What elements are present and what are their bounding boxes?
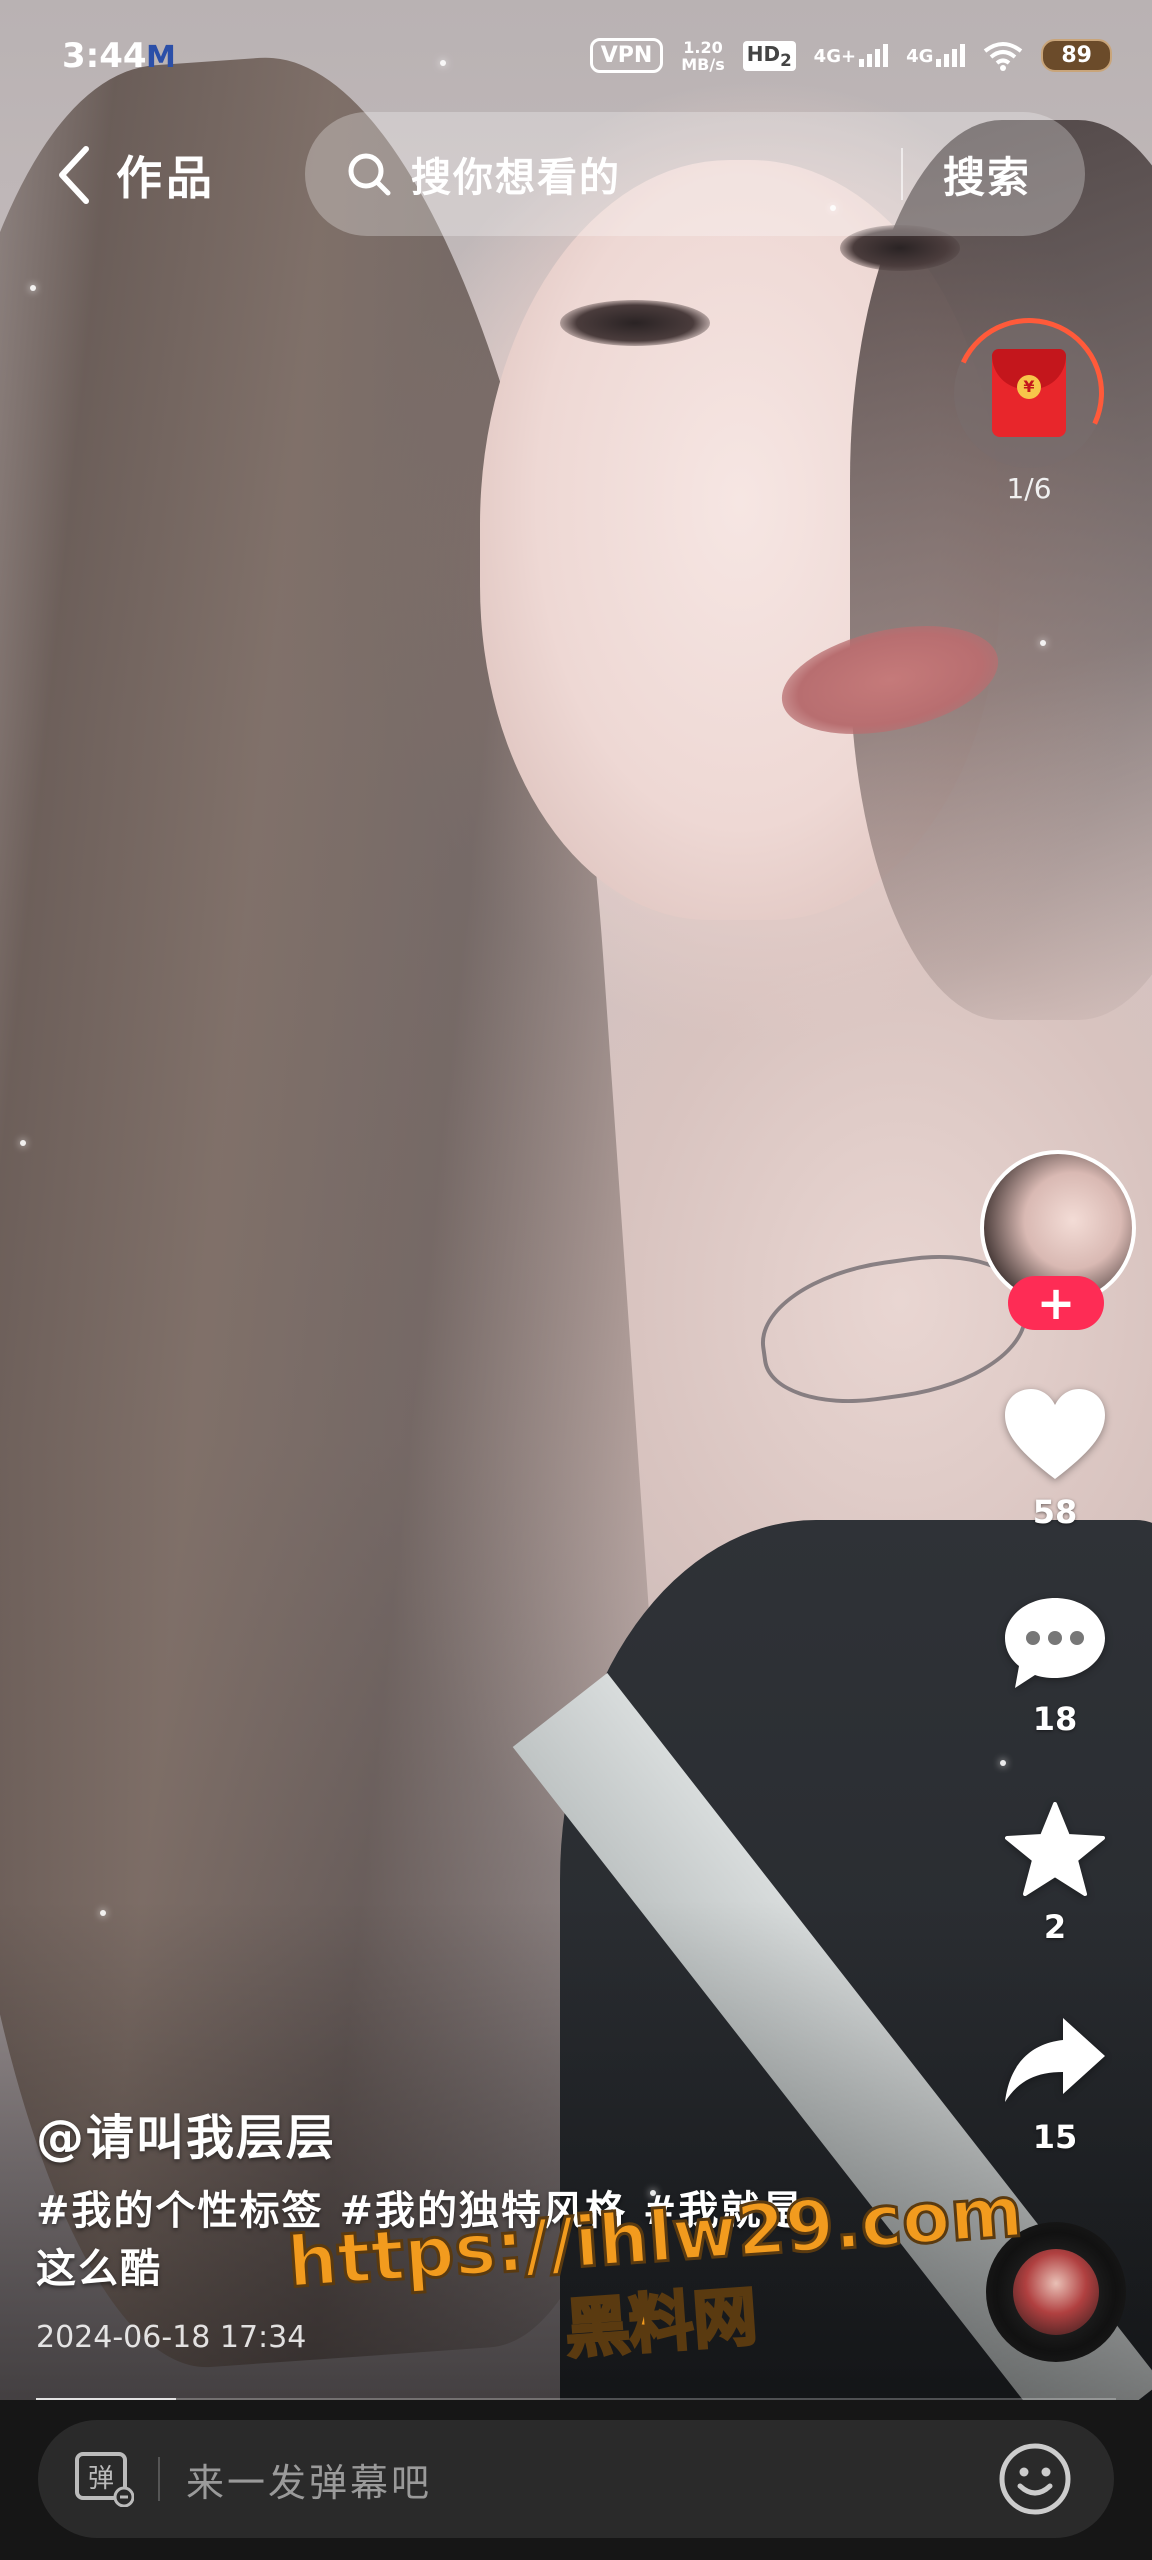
page-title: 作品 xyxy=(116,151,216,205)
network-type-1: 4G+ xyxy=(813,46,857,67)
favorite-button[interactable]: 2 xyxy=(995,1800,1115,1946)
status-icons: VPN 1.20 MB/s HD2 4G+ 4G 89 xyxy=(589,38,1112,73)
search-input[interactable]: 搜你想看的 xyxy=(411,145,901,203)
red-envelope-icon: ¥ xyxy=(992,349,1066,437)
yuan-coin-icon: ¥ xyxy=(1017,375,1041,399)
video-description: #我的个性标签 #我的独特风格 #我就是这么酷 xyxy=(36,2188,805,2292)
danmu-input[interactable]: 弹 来一发弹幕吧 xyxy=(38,2420,1114,2538)
share-arrow-icon xyxy=(1005,2018,1105,2102)
heart-icon xyxy=(1005,1389,1105,1479)
danmu-glyph: 弹 xyxy=(88,2464,114,2494)
eye-shape xyxy=(560,300,710,346)
search-bar[interactable]: 搜你想看的 搜索 xyxy=(305,112,1085,236)
emoji-icon[interactable] xyxy=(998,2442,1072,2516)
speed-unit: MB/s xyxy=(681,54,725,74)
search-button[interactable]: 搜索 xyxy=(943,144,1031,205)
search-divider xyxy=(900,148,903,200)
like-count: 58 xyxy=(1032,1493,1078,1531)
signal-bars xyxy=(936,44,966,67)
red-packet-button[interactable]: ¥ xyxy=(932,296,1126,490)
sparkle xyxy=(1040,640,1046,646)
music-cover xyxy=(1013,2249,1099,2335)
star-icon xyxy=(1005,1802,1105,1896)
signal-bars xyxy=(859,44,889,67)
hd-sub: 2 xyxy=(780,50,792,70)
follow-button[interactable]: + xyxy=(1008,1276,1104,1330)
network-type-2: 4G xyxy=(906,46,934,67)
bottom-bar: 弹 来一发弹幕吧 xyxy=(0,2400,1152,2560)
post-date: 2024-06-18 17:34 xyxy=(36,2320,307,2355)
hd-icon: HD2 xyxy=(742,40,796,71)
comment-icon xyxy=(1005,1598,1105,1688)
sparkle xyxy=(100,1910,106,1916)
comment-count: 18 xyxy=(1032,1700,1078,1738)
status-bar: 3:44 M VPN 1.20 MB/s HD2 4G+ 4G 89 xyxy=(0,0,1152,120)
wifi-icon xyxy=(984,41,1023,71)
music-disc[interactable] xyxy=(986,2222,1126,2362)
favorite-count: 2 xyxy=(1043,1908,1067,1946)
vpn-icon: VPN xyxy=(589,38,664,73)
chevron-left-icon xyxy=(59,146,89,204)
back-button[interactable] xyxy=(44,140,104,210)
signal-icon-2: 4G xyxy=(906,44,966,67)
network-speed: 1.20 MB/s xyxy=(681,39,724,73)
sparkle xyxy=(30,285,36,291)
sparkle xyxy=(20,1140,26,1146)
speed-value: 1.20 xyxy=(683,37,723,57)
share-button[interactable]: 15 xyxy=(995,2010,1115,2156)
danmu-divider xyxy=(158,2457,160,2501)
hd-label: HD xyxy=(746,41,781,66)
sparkle xyxy=(1000,1760,1006,1766)
danmu-toggle-icon[interactable]: 弹 xyxy=(74,2451,134,2507)
clock: 3:44 xyxy=(62,36,147,76)
share-count: 15 xyxy=(1032,2118,1078,2156)
signal-icon-1: 4G+ xyxy=(813,44,889,67)
red-packet-count: 1/6 xyxy=(1006,472,1052,505)
comment-button[interactable]: 18 xyxy=(995,1592,1115,1738)
author-name[interactable]: @请叫我层层 xyxy=(36,2098,336,2168)
search-icon xyxy=(348,153,391,196)
danmu-placeholder[interactable]: 来一发弹幕吧 xyxy=(186,2452,998,2507)
gmail-icon: M xyxy=(146,40,176,75)
like-button[interactable]: 58 xyxy=(995,1385,1115,1531)
battery-icon: 89 xyxy=(1041,39,1112,72)
